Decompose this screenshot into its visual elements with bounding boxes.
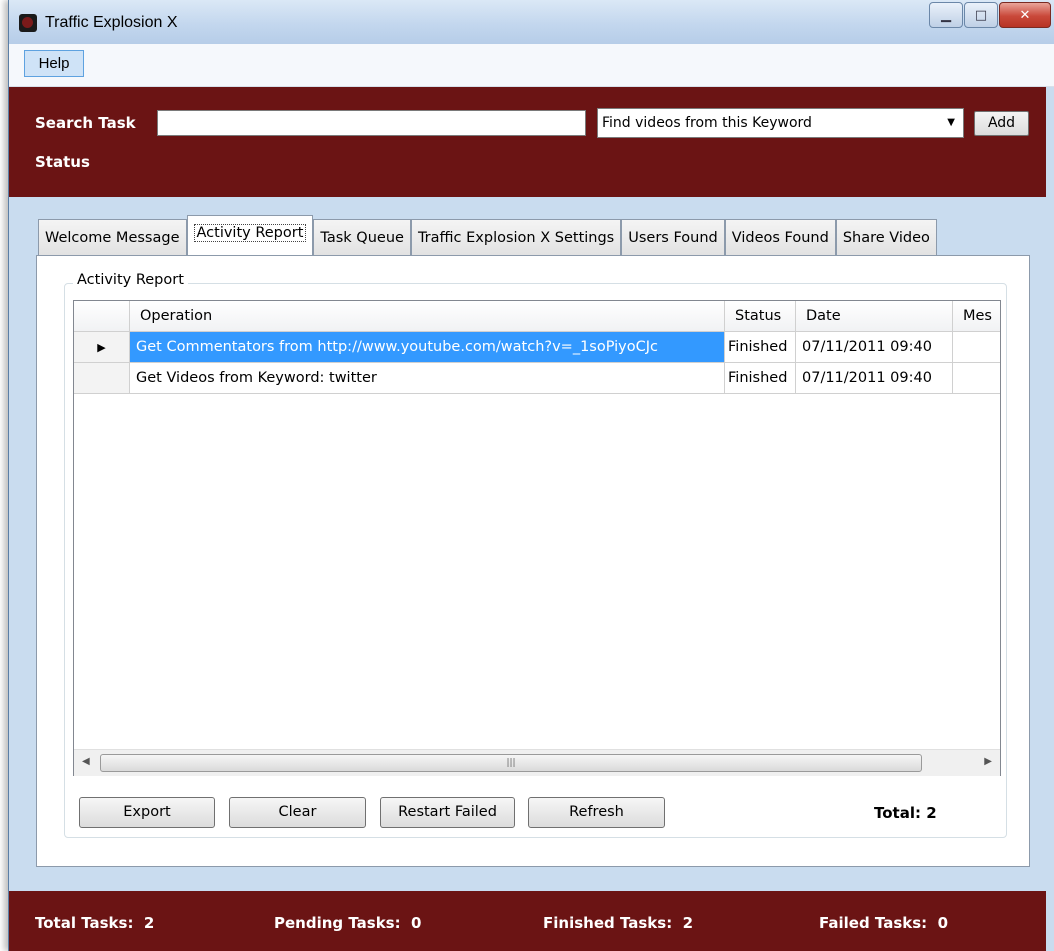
pending-tasks-count: Pending Tasks: 0	[274, 914, 422, 932]
task-type-dropdown[interactable]: Find videos from this Keyword ▼	[597, 108, 964, 138]
status-label: Status	[35, 153, 90, 171]
tab-share-video[interactable]: Share Video	[835, 219, 937, 255]
failed-tasks-count: Failed Tasks: 0	[819, 914, 949, 932]
tab-users-found[interactable]: Users Found	[621, 219, 725, 255]
row-header-corner	[74, 301, 130, 332]
export-button[interactable]: Export	[79, 797, 215, 828]
menu-help[interactable]: Help	[24, 50, 84, 77]
clear-button[interactable]: Clear	[229, 797, 366, 828]
search-task-label: Search Task	[35, 114, 136, 132]
table-row[interactable]: ▶ Get Commentators from http://www.youtu…	[74, 332, 1000, 363]
chevron-down-icon[interactable]: ▼	[947, 109, 955, 137]
tab-activity-report[interactable]: Activity Report	[186, 215, 314, 255]
tab-strip: Welcome Message Activity Report Task Que…	[38, 215, 937, 255]
tab-welcome-message[interactable]: Welcome Message	[38, 219, 187, 255]
column-header-message[interactable]: Mes	[953, 301, 1000, 332]
finished-tasks-count: Finished Tasks: 2	[543, 914, 694, 932]
cell-operation[interactable]: Get Videos from Keyword: twitter	[130, 363, 725, 394]
cell-message[interactable]	[953, 363, 1000, 394]
menu-bar	[9, 44, 1054, 87]
tab-activity-report-label: Activity Report	[193, 224, 307, 242]
tab-task-queue[interactable]: Task Queue	[313, 219, 411, 255]
refresh-button[interactable]: Refresh	[528, 797, 665, 828]
row-selector-arrow-icon[interactable]: ▶	[74, 332, 130, 363]
restart-failed-button[interactable]: Restart Failed	[380, 797, 515, 828]
row-selector[interactable]	[74, 363, 130, 394]
scroll-thumb[interactable]: |||	[100, 754, 922, 772]
add-task-button[interactable]: Add	[974, 111, 1029, 136]
tab-settings[interactable]: Traffic Explosion X Settings	[410, 219, 622, 255]
scroll-left-icon[interactable]: ◀	[82, 756, 90, 767]
cell-date[interactable]: 07/11/2011 09:40	[796, 363, 953, 394]
task-type-value: Find videos from this Keyword	[602, 115, 812, 131]
horizontal-scrollbar[interactable]: ◀ ||| ▶	[74, 749, 1000, 776]
cell-message[interactable]	[953, 332, 1000, 363]
table-row[interactable]: Get Videos from Keyword: twitter Finishe…	[74, 363, 1000, 394]
activity-grid[interactable]: Operation Status Date Mes ▶ Get Commenta…	[73, 300, 1001, 776]
title-bar[interactable]: Traffic Explosion X ▁ □ ✕	[9, 0, 1054, 44]
header-band	[9, 87, 1046, 197]
search-task-input[interactable]	[157, 110, 586, 136]
cell-operation[interactable]: Get Commentators from http://www.youtube…	[130, 332, 725, 363]
maximize-button[interactable]: □	[964, 2, 998, 28]
group-title: Activity Report	[73, 272, 188, 288]
column-header-date[interactable]: Date	[796, 301, 953, 332]
cell-status[interactable]: Finished	[725, 332, 796, 363]
cell-status[interactable]: Finished	[725, 363, 796, 394]
column-header-status[interactable]: Status	[725, 301, 796, 332]
total-count: Total: 2	[874, 804, 937, 822]
close-button[interactable]: ✕	[999, 2, 1051, 28]
scroll-right-icon[interactable]: ▶	[984, 756, 992, 767]
window-title: Traffic Explosion X	[45, 14, 178, 31]
minimize-button[interactable]: ▁	[929, 2, 963, 28]
column-header-operation[interactable]: Operation	[130, 301, 725, 332]
app-logo-icon	[19, 14, 37, 32]
cell-date[interactable]: 07/11/2011 09:40	[796, 332, 953, 363]
total-tasks-count: Total Tasks: 2	[35, 914, 155, 932]
tab-videos-found[interactable]: Videos Found	[724, 219, 836, 255]
